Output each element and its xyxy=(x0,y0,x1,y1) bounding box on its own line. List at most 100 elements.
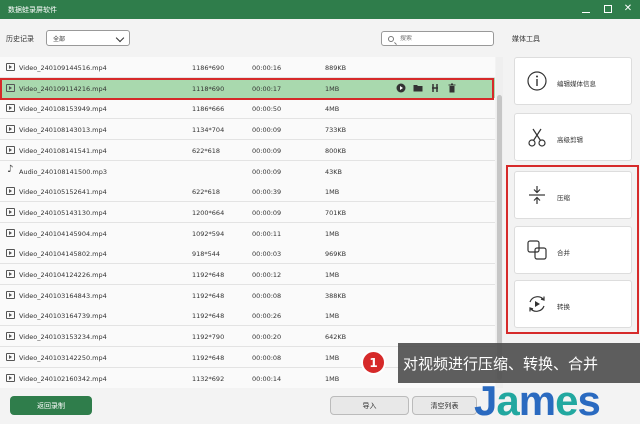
table-row[interactable]: Video_240108141541.mp4 622*618 00:00:09 800… xyxy=(0,139,495,161)
resolution: 918*544 xyxy=(192,250,221,259)
resolution: 1200*664 xyxy=(192,208,225,217)
file-name: Video_240104145802.mp4 xyxy=(19,250,107,259)
back-to-record-button[interactable]: 返回录制 xyxy=(10,396,92,415)
history-filter-select[interactable]: 全部 xyxy=(46,30,130,46)
file-name: Video_240103142250.mp4 xyxy=(19,353,107,362)
table-row[interactable]: Video_240104145904.mp4 1092*594 00:00:11 1M… xyxy=(0,222,495,244)
merge-icon xyxy=(525,238,549,262)
duration: 00:00:09 xyxy=(252,167,282,176)
title-bar: 数据蛙录屏软件 ✕ xyxy=(0,0,640,19)
table-row[interactable]: Video_240109114216.mp4 1118*690 00:00:17 1M… xyxy=(0,77,495,99)
delete-button[interactable] xyxy=(447,83,457,93)
file-name: Video_240105143130.mp4 xyxy=(19,208,107,217)
duration: 00:00:11 xyxy=(252,229,282,238)
file-name: Video_240102160342.mp4 xyxy=(19,374,107,383)
table-row[interactable]: Video_240103164843.mp4 1192*648 00:00:08 38… xyxy=(0,284,495,306)
history-label: 历史记录 xyxy=(6,35,34,43)
duration: 00:00:03 xyxy=(252,250,282,259)
file-size: 969KB xyxy=(325,250,347,259)
file-name: Audio_240108141500.mp3 xyxy=(19,167,108,176)
video-file-icon xyxy=(6,228,15,237)
scrollbar-thumb[interactable] xyxy=(497,95,502,380)
file-size: 43KB xyxy=(325,167,342,176)
file-name: Video_240104145904.mp4 xyxy=(19,229,107,238)
video-file-icon xyxy=(6,125,15,134)
video-file-icon xyxy=(6,83,15,92)
video-file-icon xyxy=(6,249,15,258)
resolution: 1192*648 xyxy=(192,353,225,362)
file-name: Video_240109114216.mp4 xyxy=(19,84,107,93)
file-size: 1MB xyxy=(325,188,340,197)
play-button[interactable] xyxy=(396,83,406,93)
folder-icon xyxy=(413,84,423,92)
resolution: 1192*790 xyxy=(192,333,225,342)
tool-convert[interactable]: 转换 xyxy=(514,280,632,328)
file-size: 889KB xyxy=(325,64,347,72)
file-size: 1MB xyxy=(325,353,340,362)
close-icon: ✕ xyxy=(623,3,633,14)
file-name: Video_240105152641.mp4 xyxy=(19,188,107,197)
edit-button[interactable] xyxy=(430,83,440,93)
import-button[interactable]: 导入 xyxy=(330,396,409,415)
open-folder-button[interactable] xyxy=(413,83,423,93)
file-size: 800KB xyxy=(325,146,347,155)
resolution: 1186*666 xyxy=(192,105,225,114)
duration: 00:00:39 xyxy=(252,188,282,197)
duration: 00:00:20 xyxy=(252,333,282,342)
table-row[interactable]: Video_240105152641.mp4 622*618 00:00:39 1MB xyxy=(0,181,495,203)
audio-file-icon: ♪ xyxy=(7,163,14,175)
table-row[interactable]: Video_240103164739.mp4 1192*648 00:00:26 1M… xyxy=(0,305,495,327)
file-size: 1MB xyxy=(325,229,340,238)
tool-label: 高级剪辑 xyxy=(557,136,583,144)
table-row[interactable]: ♪ Audio_240108141500.mp3 00:00:09 43KB xyxy=(0,160,495,182)
table-row[interactable]: Video_240109144516.mp4 1186*690 00:00:16 88… xyxy=(0,57,495,78)
resolution: 1134*704 xyxy=(192,126,225,135)
compress-icon xyxy=(525,183,549,207)
close-button[interactable]: ✕ xyxy=(620,2,636,16)
trash-icon xyxy=(448,83,456,93)
file-size: 701KB xyxy=(325,208,347,217)
search-box[interactable] xyxy=(381,31,494,46)
duration: 00:00:26 xyxy=(252,312,282,321)
resolution: 1092*594 xyxy=(192,229,225,238)
chevron-down-icon xyxy=(115,33,125,43)
file-name: Video_240108141541.mp4 xyxy=(19,146,107,155)
recordings-list: Video_240109144516.mp4 1186*690 00:00:16 88… xyxy=(0,57,500,388)
clear-list-button[interactable]: 清空列表 xyxy=(412,396,477,415)
file-size: 4MB xyxy=(325,105,340,114)
tool-advanced-edit[interactable]: 高级剪辑 xyxy=(514,113,632,161)
video-file-icon xyxy=(6,104,15,113)
tool-label: 编辑媒体信息 xyxy=(557,80,596,88)
resolution: 1186*690 xyxy=(192,64,225,72)
file-name: Video_240108143013.mp4 xyxy=(19,126,107,135)
minimize-icon xyxy=(582,11,590,13)
minimize-button[interactable] xyxy=(578,2,594,16)
duration: 00:00:50 xyxy=(252,105,282,114)
callout-text: 对视频进行压缩、转换、合并 xyxy=(403,354,599,373)
search-input[interactable] xyxy=(400,35,480,42)
resolution: 1192*648 xyxy=(192,312,225,321)
table-row[interactable]: Video_240104145802.mp4 918*544 00:00:03 969… xyxy=(0,243,495,265)
table-row[interactable]: Video_240105143130.mp4 1200*664 00:00:09 70… xyxy=(0,201,495,223)
duration: 00:00:14 xyxy=(252,374,282,383)
tool-edit-media-info[interactable]: 编辑媒体信息 xyxy=(514,57,632,105)
duration: 00:00:12 xyxy=(252,271,282,279)
tool-merge[interactable]: 合并 xyxy=(514,226,632,274)
file-name: Video_240103153234.mp4 xyxy=(19,333,107,342)
table-row[interactable]: Video_240104124226.mp4 1192*648 00:00:12 1M… xyxy=(0,264,495,285)
tool-label: 合并 xyxy=(557,249,570,257)
play-icon xyxy=(396,83,406,93)
info-icon xyxy=(525,69,549,93)
table-row[interactable]: Video_240108143013.mp4 1134*704 00:00:09 73… xyxy=(0,119,495,141)
duration: 00:00:16 xyxy=(252,64,282,72)
file-size: 1MB xyxy=(325,312,340,321)
maximize-button[interactable] xyxy=(600,2,616,16)
file-size: 388KB xyxy=(325,291,347,300)
file-name: Video_240109144516.mp4 xyxy=(19,64,107,72)
video-file-icon xyxy=(6,145,15,154)
tool-label: 压缩 xyxy=(557,194,570,202)
resolution: 1192*648 xyxy=(192,291,225,300)
tool-compress[interactable]: 压缩 xyxy=(514,171,632,219)
watermark-logo: James xyxy=(474,377,601,424)
table-row[interactable]: Video_240108153949.mp4 1186*666 00:00:50 4M… xyxy=(0,98,495,120)
